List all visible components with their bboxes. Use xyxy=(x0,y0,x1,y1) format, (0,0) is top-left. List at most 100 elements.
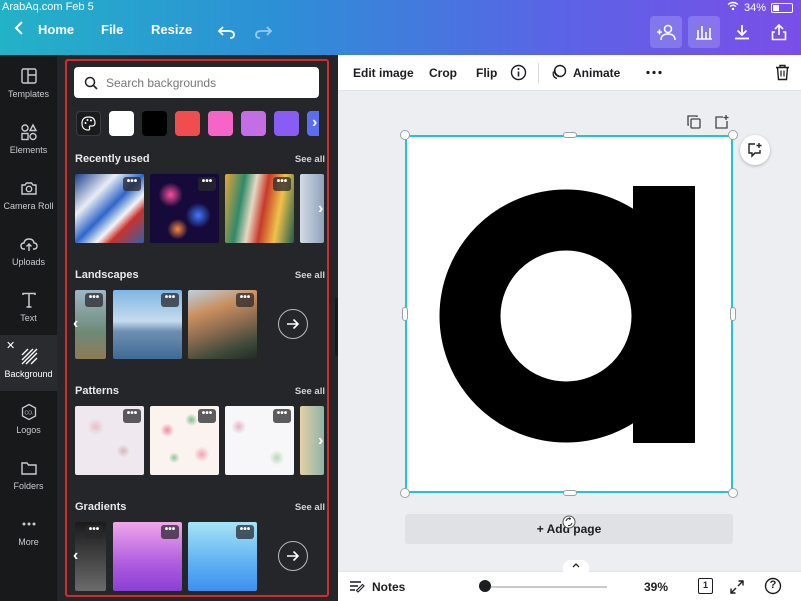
color-palette-button[interactable] xyxy=(76,111,101,136)
swatch-next-chevron-icon[interactable]: › xyxy=(312,114,317,132)
animate-icon[interactable] xyxy=(550,64,567,84)
close-icon[interactable]: ✕ xyxy=(6,339,15,352)
download-icon[interactable] xyxy=(726,16,758,48)
zoom-slider-track[interactable] xyxy=(485,586,607,588)
section-title-recently-used: Recently used xyxy=(75,153,150,165)
share-people-icon[interactable] xyxy=(650,16,682,48)
rail-label: Elements xyxy=(9,145,48,155)
artboard[interactable] xyxy=(405,135,733,493)
thumbnail-floral-pale[interactable]: ••• xyxy=(75,406,144,475)
thumbnail-abstract-paint[interactable]: ••• xyxy=(225,174,294,243)
fullscreen-icon[interactable] xyxy=(729,579,745,600)
redo-icon[interactable] xyxy=(247,16,279,48)
back-chevron-icon[interactable] xyxy=(14,21,24,38)
resize-handle-right[interactable] xyxy=(730,307,736,321)
rotate-handle-icon[interactable] xyxy=(562,515,576,529)
more-options-icon[interactable]: ••• xyxy=(198,177,216,191)
rail-item-logos[interactable]: CO. Logos xyxy=(0,391,57,447)
more-options-icon[interactable]: ••• xyxy=(123,177,141,191)
resize-handle-bottom-left[interactable] xyxy=(400,488,410,498)
rail-label: Templates xyxy=(7,89,50,99)
thumbnail-gradient-blue[interactable]: ••• xyxy=(188,522,257,591)
more-options-icon[interactable]: ••• xyxy=(236,525,254,539)
background-panel: › Recently used See all ••• ••• ••• › La… xyxy=(57,55,338,601)
edit-image-button[interactable]: Edit image xyxy=(353,66,414,80)
more-options-icon[interactable]: ••• xyxy=(85,525,103,539)
swatch-purple[interactable] xyxy=(274,111,299,136)
rail-item-elements[interactable]: Elements xyxy=(0,111,57,167)
more-options-icon[interactable]: ••• xyxy=(123,409,141,423)
recently-used-next-chevron-icon[interactable]: › xyxy=(318,200,323,218)
swatch-red[interactable] xyxy=(175,111,200,136)
thumbnail-mountain-lake[interactable]: ••• xyxy=(113,290,182,359)
flip-button[interactable]: Flip xyxy=(476,66,497,80)
footer-expand-button[interactable] xyxy=(563,560,589,572)
trash-icon[interactable] xyxy=(775,64,790,84)
rail-label: Text xyxy=(20,313,37,323)
more-options-icon[interactable]: ••• xyxy=(161,525,179,539)
landscapes-prev-chevron-icon[interactable]: ‹ xyxy=(73,315,78,333)
resize-handle-bottom[interactable] xyxy=(563,490,577,496)
more-options-icon[interactable]: ••• xyxy=(273,409,291,423)
insights-chart-icon[interactable] xyxy=(688,16,720,48)
more-options-icon[interactable] xyxy=(645,64,663,84)
thumbnail-blue-paint[interactable]: ••• xyxy=(75,174,144,243)
thumbnail-rocky-mountain[interactable]: ••• xyxy=(188,290,257,359)
thumbnail-gradient-purple[interactable]: ••• xyxy=(113,522,182,591)
rail-item-templates[interactable]: Templates xyxy=(0,55,57,111)
rail-item-camera-roll[interactable]: Camera Roll xyxy=(0,167,57,223)
more-options-icon[interactable]: ••• xyxy=(236,293,254,307)
rail-item-uploads[interactable]: Uploads xyxy=(0,223,57,279)
swatch-black[interactable] xyxy=(142,111,167,136)
notes-button[interactable]: Notes xyxy=(372,580,405,594)
see-all-gradients[interactable]: See all xyxy=(295,502,325,513)
swatch-white[interactable] xyxy=(109,111,134,136)
thumbnail-floral-pink[interactable]: ••• xyxy=(150,406,219,475)
swatch-pink[interactable] xyxy=(208,111,233,136)
home-button[interactable]: Home xyxy=(38,22,74,37)
info-icon[interactable] xyxy=(510,64,527,84)
see-all-landscapes[interactable]: See all xyxy=(295,270,325,281)
search-input[interactable] xyxy=(106,75,306,90)
rail-item-text[interactable]: Text xyxy=(0,279,57,335)
search-box[interactable] xyxy=(74,67,319,98)
rail-item-folders[interactable]: Folders xyxy=(0,447,57,503)
duplicate-page-icon[interactable] xyxy=(686,114,702,130)
undo-icon[interactable] xyxy=(211,16,243,48)
thumbnail-floral-white[interactable]: ••• xyxy=(225,406,294,475)
crop-button[interactable]: Crop xyxy=(429,66,457,80)
page-count-button[interactable]: 1 xyxy=(698,578,713,594)
animate-button[interactable]: Animate xyxy=(573,66,620,80)
swatch-violet[interactable] xyxy=(241,111,266,136)
gradients-prev-chevron-icon[interactable]: ‹ xyxy=(73,547,78,565)
more-options-icon[interactable]: ••• xyxy=(161,293,179,307)
resize-handle-top[interactable] xyxy=(563,132,577,138)
share-upload-icon[interactable] xyxy=(763,16,795,48)
zoom-slider-knob[interactable] xyxy=(479,580,491,592)
gradients-next-button[interactable] xyxy=(278,541,308,571)
add-comment-button[interactable] xyxy=(740,135,770,165)
see-all-recently-used[interactable]: See all xyxy=(295,154,325,165)
resize-handle-left[interactable] xyxy=(402,307,408,321)
resize-handle-top-left[interactable] xyxy=(400,130,410,140)
more-options-icon[interactable]: ••• xyxy=(273,177,291,191)
rail-item-more[interactable]: More xyxy=(0,503,57,559)
thumbnail-gradient-dark[interactable]: ••• xyxy=(75,522,106,591)
see-all-patterns[interactable]: See all xyxy=(295,386,325,397)
resize-button[interactable]: Resize xyxy=(151,22,192,37)
resize-handle-bottom-right[interactable] xyxy=(728,488,738,498)
resize-handle-top-right[interactable] xyxy=(728,130,738,140)
more-options-icon[interactable]: ••• xyxy=(85,293,103,307)
thumbnail-bokeh[interactable]: ••• xyxy=(150,174,219,243)
rail-item-background[interactable]: ✕ Background xyxy=(0,335,57,391)
help-button[interactable]: ? xyxy=(764,577,782,600)
letter-a-graphic[interactable] xyxy=(407,137,731,491)
thumbnail-landscape-partial[interactable]: ••• xyxy=(75,290,106,359)
patterns-next-chevron-icon[interactable]: › xyxy=(318,432,323,450)
notes-icon[interactable] xyxy=(349,580,365,598)
landscapes-next-button[interactable] xyxy=(278,309,308,339)
add-page-icon[interactable] xyxy=(714,114,730,130)
zoom-level[interactable]: 39% xyxy=(644,580,668,594)
file-button[interactable]: File xyxy=(101,22,123,37)
more-options-icon[interactable]: ••• xyxy=(198,409,216,423)
